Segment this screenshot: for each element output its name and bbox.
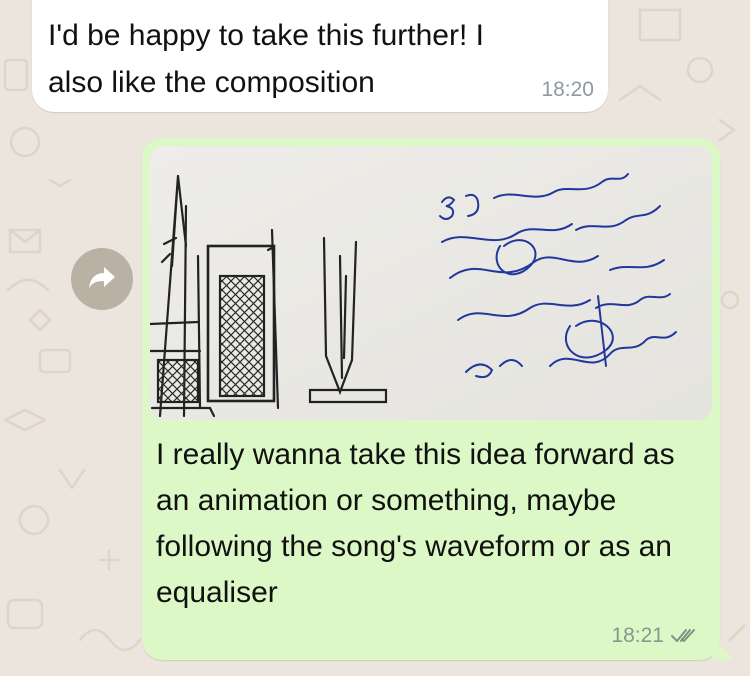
forward-arrow-icon (87, 265, 117, 294)
bubble-tail (712, 638, 734, 660)
incoming-message-text: I'd be happy to take this further! I als… (48, 19, 484, 99)
incoming-message-bubble[interactable]: I'd be happy to take this further! I als… (32, 0, 608, 112)
message-meta: 18:21 (611, 624, 698, 648)
outgoing-message-bubble[interactable]: I really wanna take this idea forward as… (142, 138, 734, 660)
sketch-photo[interactable] (150, 146, 712, 420)
outgoing-message-text: I really wanna take this idea forward as… (156, 438, 675, 609)
incoming-message-time: 18:20 (541, 78, 594, 101)
forward-button[interactable] (71, 248, 133, 310)
outgoing-message-time: 18:21 (611, 624, 664, 647)
double-check-icon (670, 627, 698, 645)
